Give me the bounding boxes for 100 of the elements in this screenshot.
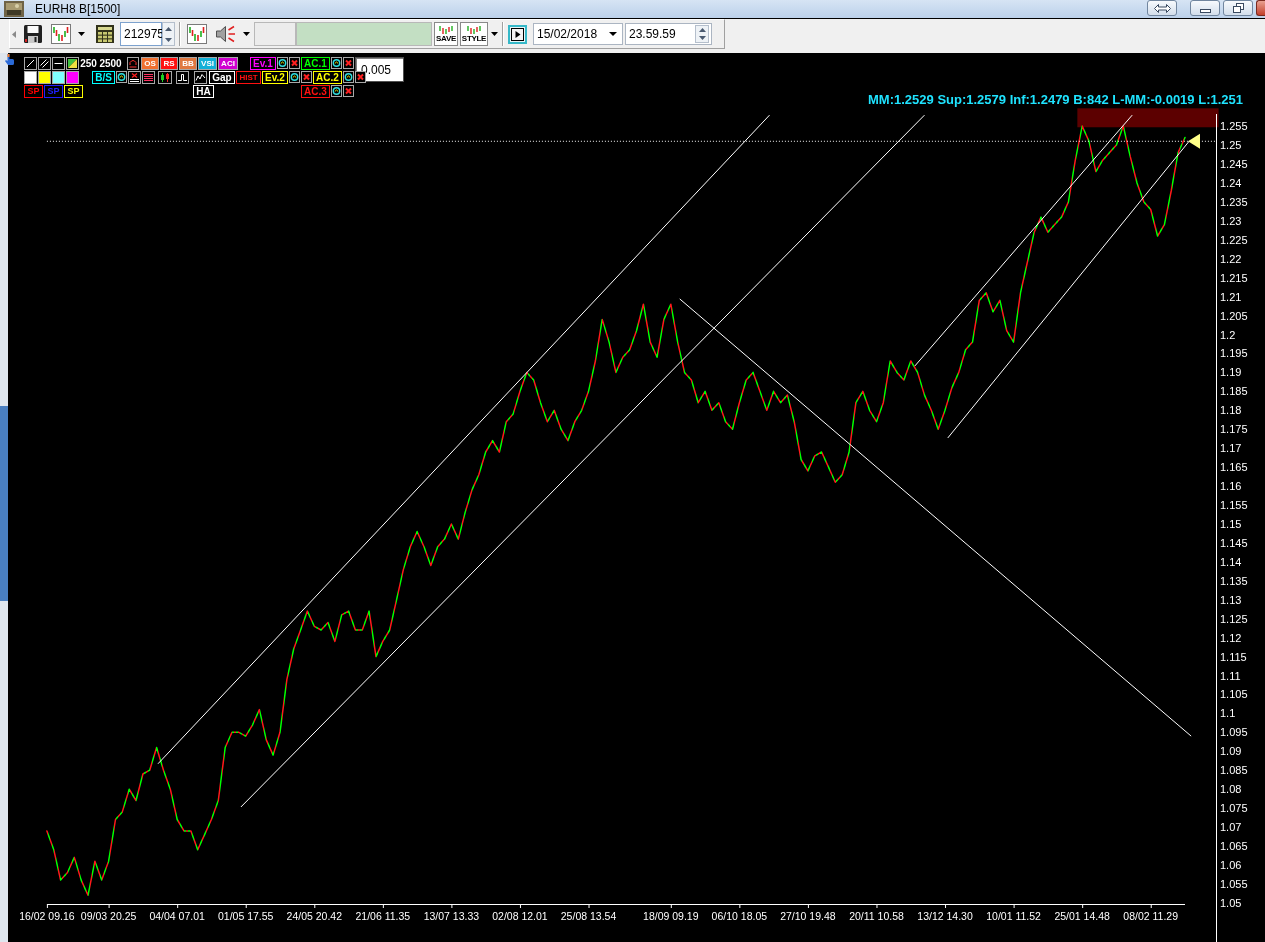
pattern-button[interactable]: HIST	[236, 71, 261, 84]
step-line-icon[interactable]	[176, 71, 189, 84]
axis-label: 1.18	[1220, 404, 1242, 417]
axis-label: 1.105	[1220, 688, 1248, 701]
axis-label: 1.14	[1220, 555, 1242, 568]
axis-label: 1.15	[1220, 517, 1242, 530]
chart-button[interactable]	[50, 22, 72, 46]
indicator-button[interactable]: RS	[160, 57, 178, 70]
sp-button[interactable]: SP	[64, 85, 83, 98]
spinner-control[interactable]	[695, 25, 709, 43]
color-swatch-icon[interactable]	[52, 71, 65, 84]
calculator-button[interactable]	[94, 22, 115, 46]
axis-label: 1.23	[1220, 214, 1242, 227]
left-arrow-icon[interactable]	[12, 30, 16, 38]
caret-icon	[243, 32, 250, 36]
axis-label: 1.235	[1220, 195, 1248, 208]
ring-icon[interactable]	[331, 85, 342, 97]
axis-label: 13/12 14.30	[917, 910, 973, 922]
count-button[interactable]: 2500	[99, 57, 122, 70]
indicator-button[interactable]: ACI	[218, 57, 238, 70]
caret-icon	[491, 32, 498, 36]
axis-label: 1.08	[1220, 783, 1242, 796]
color-swatch-icon[interactable]	[66, 71, 79, 84]
alert-button[interactable]: AC.3	[301, 85, 330, 98]
arch-icon[interactable]	[127, 57, 139, 70]
chart-button[interactable]	[186, 22, 208, 46]
sp-button[interactable]: SP	[24, 85, 43, 98]
spinner-control[interactable]	[162, 22, 175, 46]
date-field[interactable]: 15/02/2018	[533, 23, 623, 45]
axis-label: 1.09	[1220, 745, 1242, 758]
axis-label: 1.215	[1220, 271, 1248, 284]
event-button[interactable]: Ev.2	[262, 71, 288, 84]
axis-label: 1.1	[1220, 707, 1236, 720]
window-title: EURH8 B[1500]	[35, 2, 121, 16]
ring-icon[interactable]	[289, 71, 300, 83]
event-button[interactable]: Ev.1	[250, 57, 276, 70]
dock-button[interactable]	[1147, 0, 1177, 16]
axis-label: 1.115	[1220, 650, 1247, 663]
count-button[interactable]: 250	[80, 57, 97, 70]
restore-button[interactable]	[1223, 0, 1253, 16]
axis-label: 20/11 10.58	[849, 910, 904, 922]
zigzag-icon[interactable]	[194, 71, 207, 84]
cross-icon[interactable]	[289, 57, 300, 69]
axis-label: 02/08 12.01	[492, 910, 548, 922]
minimize-icon	[1199, 8, 1211, 13]
axis-label: 1.24	[1220, 176, 1242, 189]
axis-label: 1.205	[1220, 309, 1248, 322]
axis-label: 10/01 11.52	[986, 910, 1041, 922]
save-button[interactable]	[23, 22, 43, 46]
axis-label: 04/04 07.01	[149, 910, 205, 922]
axis-label: 1.175	[1220, 423, 1248, 436]
double-arrow-icon	[1153, 3, 1171, 13]
cross-icon[interactable]	[343, 85, 354, 97]
axis-label: 1.12	[1220, 631, 1242, 644]
close-button[interactable]	[1256, 0, 1265, 16]
axis-label: 21/06 11.35	[355, 910, 411, 922]
axis-label: 1.255	[1220, 120, 1248, 133]
ring-icon[interactable]	[277, 57, 288, 69]
minimize-button[interactable]	[1190, 0, 1220, 16]
pattern-button[interactable]: Gap	[209, 71, 235, 84]
chart-style-button[interactable]: SAVE	[434, 22, 458, 46]
chart-style-button[interactable]: STYLE	[460, 22, 488, 46]
axis-label: 1.05	[1220, 896, 1242, 909]
caret-icon	[609, 32, 617, 36]
fill-icon[interactable]	[66, 57, 79, 70]
cross-lines-icon[interactable]	[128, 71, 141, 84]
number-field[interactable]: 212975	[120, 22, 162, 46]
axis-label: 1.075	[1220, 802, 1248, 815]
ring-icon[interactable]	[343, 71, 354, 83]
time-field[interactable]: 23.59.59	[625, 23, 712, 45]
axis-label: 1.17	[1220, 442, 1242, 455]
color-swatch-icon[interactable]	[24, 71, 37, 84]
cross-icon[interactable]	[301, 71, 312, 83]
bar-chart-icon	[51, 24, 71, 44]
axis-label: 1.13	[1220, 593, 1242, 606]
bar-chart-icon	[187, 24, 207, 44]
ring-icon[interactable]	[331, 57, 342, 69]
diagonal-line-icon[interactable]	[24, 57, 37, 70]
axis-label: 1.155	[1220, 499, 1248, 511]
down-arrow-icon	[165, 37, 172, 42]
axis-label: 1.185	[1220, 385, 1248, 398]
alert-button[interactable]: AC.1	[301, 57, 330, 70]
ring-icon[interactable]	[116, 71, 127, 83]
pattern-button[interactable]: B/S	[92, 71, 115, 84]
axis-label: 01/05 17.55	[218, 910, 274, 922]
status-field[interactable]	[296, 22, 432, 46]
axis-label: 1.11	[1220, 669, 1241, 682]
axis-label: 08/02 11.29	[1123, 910, 1179, 922]
text-field[interactable]	[254, 22, 296, 46]
color-swatch-icon[interactable]	[38, 71, 51, 84]
pattern-button[interactable]: HA	[193, 85, 214, 98]
stripes-icon[interactable]	[142, 71, 155, 84]
play-button[interactable]	[508, 24, 527, 44]
axis-label: 25/01 14.48	[1054, 910, 1110, 922]
alert-button[interactable]: AC.2	[313, 71, 342, 84]
cross-icon[interactable]	[343, 57, 354, 69]
axis-label: 1.095	[1220, 726, 1248, 739]
up-arrow-icon	[698, 28, 706, 32]
play-icon	[511, 27, 524, 41]
candlestick-icon[interactable]	[158, 71, 172, 84]
